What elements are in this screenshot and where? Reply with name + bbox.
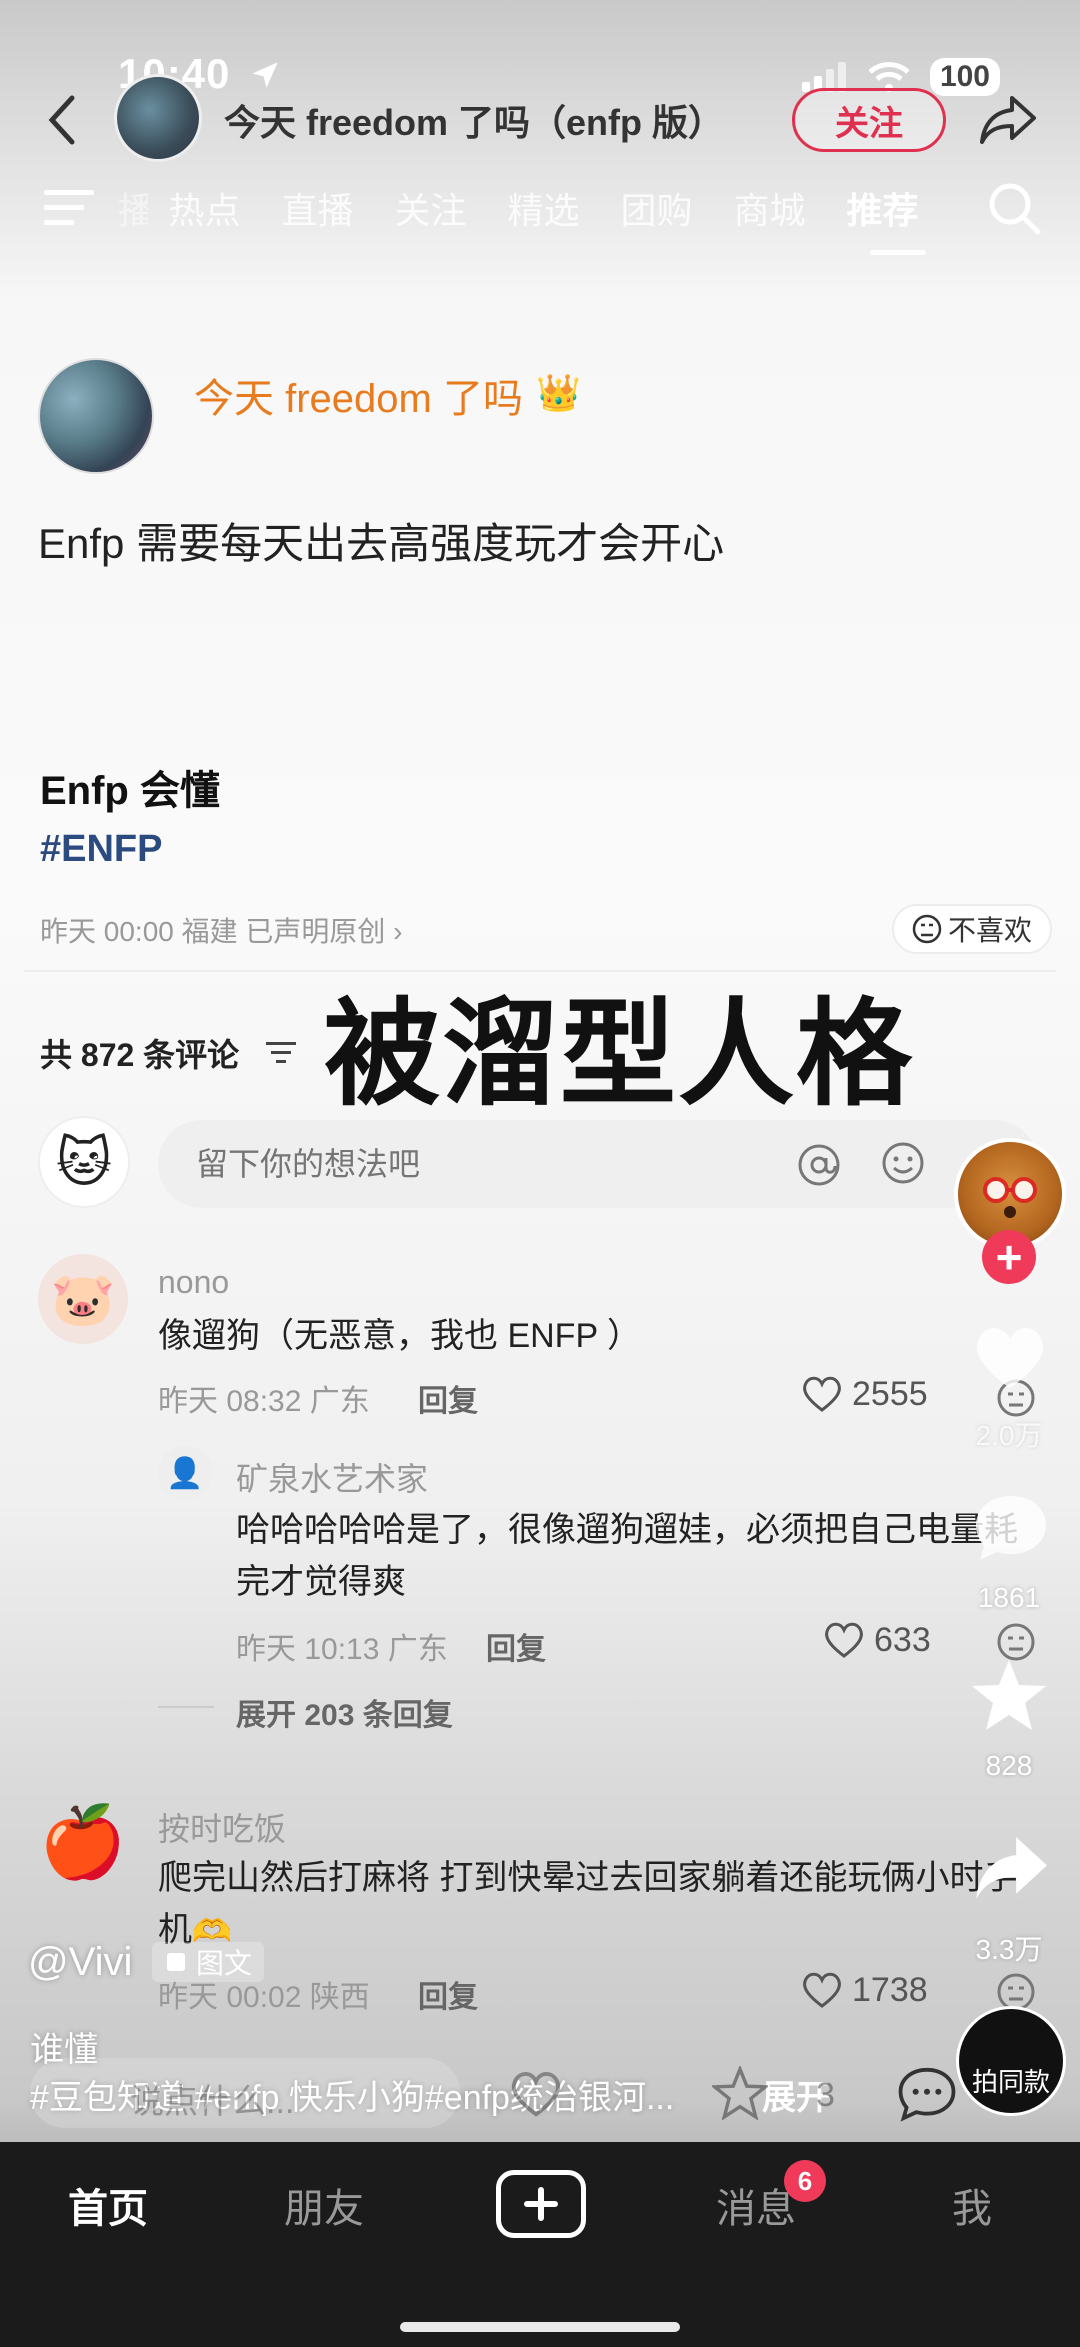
share-button[interactable] xyxy=(978,92,1038,148)
tab-mall[interactable]: 商城 xyxy=(713,182,826,234)
messages-badge: 6 xyxy=(784,2160,826,2202)
video-favorite-button[interactable] xyxy=(968,1656,1050,1739)
dislike-label: 不喜欢 xyxy=(948,915,1033,946)
comment-avatar[interactable]: 🍎 xyxy=(38,1798,128,1888)
comment-like-count: 2555 xyxy=(852,1374,928,1413)
comment-like-button[interactable]: 1738 xyxy=(800,1970,928,2010)
emoji-icon[interactable] xyxy=(880,1140,926,1186)
header-title[interactable]: 今天 freedom 了吗（enfp 版） xyxy=(224,94,724,146)
heart-icon xyxy=(976,1328,1044,1389)
sort-filter-icon[interactable] xyxy=(266,1040,296,1066)
tab-live[interactable]: 直播 xyxy=(261,182,374,234)
heart-icon xyxy=(825,1622,863,1658)
heart-icon xyxy=(803,1376,841,1412)
post-body-text: Enfp 需要每天出去高强度玩才会开心 xyxy=(38,520,725,567)
top-tab-bar: 播 热点 直播 关注 精选 团购 商城 推荐 xyxy=(118,182,939,234)
back-button[interactable] xyxy=(44,92,80,148)
reply-button[interactable]: 回复 xyxy=(418,1972,478,2016)
favorite-count-peek: 3 xyxy=(816,2076,835,2114)
follow-creator-button[interactable]: + xyxy=(982,1230,1036,1284)
comment-username[interactable]: 矿泉水艺术家 xyxy=(236,1454,428,1500)
chevron-left-icon xyxy=(48,95,75,145)
chat-bubble-icon[interactable] xyxy=(896,2064,958,2124)
home-indicator xyxy=(400,2322,680,2332)
nav-home[interactable]: 首页 xyxy=(28,2176,188,2234)
heart-outline-icon[interactable] xyxy=(508,2068,564,2120)
video-share-button[interactable] xyxy=(970,1832,1052,1909)
image-post-icon xyxy=(167,1953,185,1971)
comment-like-button[interactable]: 633 xyxy=(822,1620,931,1660)
plus-icon xyxy=(524,2187,558,2221)
nav-friends[interactable]: 朋友 xyxy=(244,2176,404,2234)
video-favorite-count: 828 xyxy=(985,1750,1033,1781)
video-author[interactable]: @Vivi xyxy=(28,1940,132,1985)
frown-face-icon xyxy=(912,914,942,944)
take-same-button[interactable]: 拍同款 xyxy=(956,2006,1066,2116)
my-avatar: 🐱 xyxy=(38,1116,130,1208)
share-arrow-icon xyxy=(976,1837,1047,1899)
reply-button[interactable]: 回复 xyxy=(418,1376,478,1420)
comment-like-count: 633 xyxy=(874,1620,931,1659)
tab-following[interactable]: 关注 xyxy=(374,182,487,234)
comment-bar-placeholder: 说点什么... xyxy=(130,2083,295,2121)
comment-like-button[interactable]: 2555 xyxy=(800,1374,928,1414)
image-text-label: 图文 xyxy=(196,1948,253,1979)
post-meta[interactable]: 昨天 00:00 福建 已声明原创 › xyxy=(40,910,403,950)
crown-badge-icon: 👑 xyxy=(536,372,581,413)
comment-text-line1: 爬完山然后打麻将 打到快晕过去回家躺着还能玩俩小时手 xyxy=(158,1859,1018,1897)
mention-at-icon[interactable] xyxy=(796,1142,842,1198)
comment-text-line1: 哈哈哈哈哈是了，很像遛狗遛娃，必须把自己电量耗 xyxy=(236,1511,1018,1549)
location-arrow-icon xyxy=(248,58,282,97)
comment-username[interactable]: 按时吃饭 xyxy=(158,1804,286,1850)
take-same-label: 拍同款 xyxy=(971,2067,1050,2097)
post-heading: Enfp 会懂 xyxy=(40,769,220,813)
video-like-count: 2.0万 xyxy=(975,1420,1043,1451)
comment-avatar[interactable]: 🐷 xyxy=(38,1254,128,1344)
comment-text-line2: 完才觉得爽 xyxy=(236,1563,406,1601)
heart-icon xyxy=(803,1972,841,2008)
comment-like-count: 1738 xyxy=(852,1970,928,2009)
comment-bar-peek[interactable]: 说点什么... xyxy=(30,2058,460,2128)
video-like-button[interactable] xyxy=(968,1320,1052,1401)
search-button[interactable] xyxy=(986,180,1042,236)
comment-time: 昨天 08:32 广东 xyxy=(158,1385,370,1418)
video-comment-count: 1861 xyxy=(977,1582,1041,1613)
tab-live-partial[interactable]: 播 xyxy=(118,182,148,234)
header-author-avatar[interactable] xyxy=(114,74,202,162)
tab-hot[interactable]: 热点 xyxy=(148,182,261,234)
create-post-button[interactable] xyxy=(496,2170,586,2238)
tab-group-buy[interactable]: 团购 xyxy=(600,182,713,234)
tab-featured[interactable]: 精选 xyxy=(487,182,600,234)
overlay-caption-title: 被溜型人格 xyxy=(324,989,914,1119)
active-tab-indicator xyxy=(870,250,926,255)
comment-text: 像遛狗（无恶意，我也 ENFP ） xyxy=(158,1317,641,1355)
star-icon xyxy=(972,1660,1046,1730)
reply-avatar[interactable]: 👤 xyxy=(158,1446,212,1500)
comment-username[interactable]: nono xyxy=(158,1264,229,1301)
expand-replies-button[interactable]: 展开 203 条回复 xyxy=(236,1690,453,1734)
nav-me[interactable]: 我 xyxy=(892,2176,1052,2234)
reply-button[interactable]: 回复 xyxy=(486,1624,546,1668)
post-author-avatar[interactable] xyxy=(38,358,154,474)
comment-bubble-icon xyxy=(976,1496,1046,1560)
expand-divider xyxy=(158,1706,214,1708)
menu-icon[interactable] xyxy=(44,188,94,228)
video-share-count: 3.3万 xyxy=(975,1934,1043,1965)
share-arrow-icon xyxy=(980,96,1036,144)
battery-indicator: 100 xyxy=(929,58,1000,96)
dislike-button[interactable]: 不喜欢 xyxy=(892,904,1053,954)
comment-count: 共 872 条评论 xyxy=(40,1037,240,1073)
video-comment-button[interactable] xyxy=(970,1490,1052,1571)
star-outline-icon[interactable] xyxy=(712,2066,768,2120)
tab-recommend[interactable]: 推荐 xyxy=(826,182,939,234)
follow-button[interactable]: 关注 xyxy=(792,88,946,152)
search-icon xyxy=(989,183,1041,235)
post-hashtag-link[interactable]: #ENFP xyxy=(40,828,162,871)
image-text-badge: 图文 xyxy=(152,1942,265,1982)
post-author-name[interactable]: 今天 freedom 了吗 xyxy=(194,366,523,424)
comment-time: 昨天 10:13 广东 xyxy=(236,1633,448,1666)
